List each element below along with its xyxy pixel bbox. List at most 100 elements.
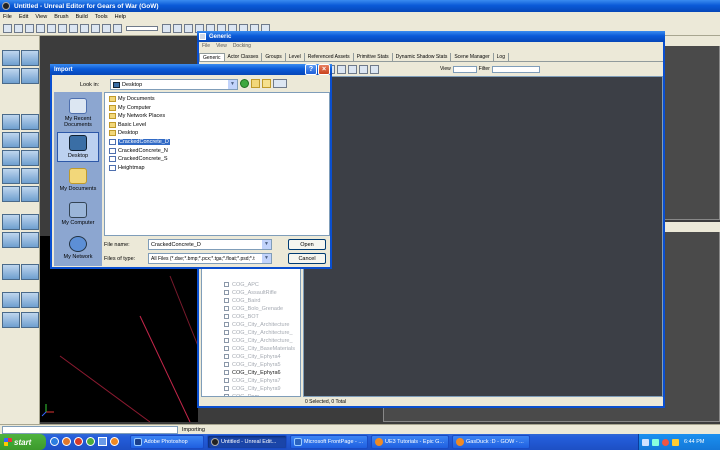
package-tree-item[interactable]: COG_City_Ephyra5 [224, 362, 281, 368]
add-special-tool[interactable] [21, 264, 39, 280]
file-list-item[interactable]: My Computer [109, 104, 151, 111]
show-desktop-icon[interactable] [98, 437, 107, 446]
package-tree-item[interactable]: COG_AssaultRifle [224, 290, 277, 296]
media-player-icon[interactable] [62, 437, 71, 446]
save-icon[interactable] [25, 24, 34, 33]
up-folder-icon[interactable] [251, 79, 260, 88]
tab-groups[interactable]: Groups [262, 53, 286, 61]
camera-mode-tool[interactable] [2, 50, 20, 66]
task-frontpage[interactable]: Microsoft FrontPage - ... [290, 435, 368, 449]
start-button[interactable]: start [0, 434, 46, 450]
expand-box-icon[interactable] [224, 346, 229, 352]
tray-network-icon[interactable] [652, 438, 659, 446]
place-recent[interactable]: My Recent Documents [57, 98, 99, 128]
expand-box-icon[interactable] [224, 330, 229, 336]
package-tree-item[interactable]: COG_Bolo_Grenade [224, 306, 283, 312]
menu-edit[interactable]: Edit [19, 14, 28, 20]
select-inside-tool[interactable] [2, 312, 20, 328]
expand-box-icon[interactable] [224, 298, 229, 304]
tab-scene-manager[interactable]: Scene Manager [451, 53, 494, 61]
show-selected-tool[interactable] [2, 292, 20, 308]
tray-security-icon[interactable] [662, 438, 669, 446]
view-menu-icon[interactable] [273, 79, 287, 88]
camera-icon[interactable] [113, 24, 122, 33]
expand-box-icon[interactable] [224, 362, 229, 368]
menu-brush[interactable]: Brush [54, 14, 68, 20]
cancel-button[interactable]: Cancel [288, 253, 326, 264]
expand-box-icon[interactable] [224, 386, 229, 392]
package-tree-item[interactable]: COG_City_Ephyra7 [224, 378, 281, 384]
drag-grid-slider[interactable] [126, 26, 158, 31]
expand-box-icon[interactable] [224, 394, 229, 396]
generic-menu-file[interactable]: File [202, 43, 210, 52]
build-all-icon[interactable] [173, 24, 182, 33]
package-tree-item[interactable]: COG_City_Architecture [224, 322, 289, 328]
cone-brush-tool[interactable] [21, 114, 39, 130]
package-tree-item[interactable]: COG_BOT [224, 314, 259, 320]
look-in-dropdown[interactable]: Desktop ▼ [110, 79, 238, 90]
build-icon[interactable] [162, 24, 171, 33]
zoom-icon[interactable] [348, 64, 357, 74]
file-list[interactable]: My Documents My Computer My Network Places… [104, 92, 330, 236]
csg-intersect-tool[interactable] [2, 232, 20, 248]
new-folder-icon[interactable] [262, 79, 271, 88]
sphere-brush-tool[interactable] [21, 132, 39, 148]
thumbnail-area[interactable] [303, 76, 663, 397]
save-all-icon[interactable] [36, 24, 45, 33]
select-icon[interactable] [69, 24, 78, 33]
command-input[interactable] [2, 426, 178, 434]
file-list-item[interactable]: CrackedConcrete_D [109, 139, 170, 145]
cylinder-brush-tool[interactable] [2, 132, 20, 148]
place-my-documents[interactable]: My Documents [57, 168, 99, 192]
browser-alt-icon[interactable] [74, 437, 83, 446]
expand-box-icon[interactable] [224, 378, 229, 384]
file-list-item[interactable]: CrackedConcrete_N [109, 147, 168, 154]
add-mover-tool[interactable] [2, 264, 20, 280]
package-tree-item[interactable]: COG_City_Architecture_ [224, 330, 293, 336]
csg-add-tool[interactable] [2, 214, 20, 230]
volume-brush-tool[interactable] [2, 186, 20, 202]
file-list-item[interactable]: My Documents [109, 96, 155, 102]
file-list-item[interactable]: Desktop [109, 130, 138, 137]
place-my-network[interactable]: My Network [57, 236, 99, 260]
linear-stair-tool[interactable] [2, 168, 20, 184]
package-tree-item[interactable]: COG_City_Ephyra9 [224, 386, 281, 392]
package-tree-item[interactable]: COG_APC [224, 282, 259, 288]
cylinder-icon[interactable] [91, 24, 100, 33]
package-tree-item[interactable]: COG_Baird [224, 298, 260, 304]
hide-selected-tool[interactable] [21, 292, 39, 308]
tray-speaker-icon[interactable] [642, 438, 649, 446]
tetrahedron-tool[interactable] [21, 186, 39, 202]
sheet-icon[interactable] [102, 24, 111, 33]
stair-brush-tool[interactable] [21, 150, 39, 166]
close-icon[interactable]: × [318, 64, 330, 75]
file-list-item[interactable]: My Network Places [109, 113, 165, 120]
menu-view[interactable]: View [35, 14, 47, 20]
tab-generic[interactable]: Generic [199, 53, 225, 61]
menu-file[interactable]: File [3, 14, 12, 20]
new-icon[interactable] [3, 24, 12, 33]
open-icon[interactable] [14, 24, 23, 33]
expand-box-icon[interactable] [224, 282, 229, 288]
task-photoshop[interactable]: Adobe Photoshop [130, 435, 204, 449]
tab-log[interactable]: Log [494, 53, 509, 61]
package-tree-item[interactable]: COG_City_Ephyra4 [224, 354, 281, 360]
file-list-item[interactable]: CrackedConcrete_S [109, 156, 168, 163]
expand-box-icon[interactable] [224, 290, 229, 296]
cube-icon[interactable] [80, 24, 89, 33]
tab-referenced-assets[interactable]: Referenced Assets [305, 53, 354, 61]
spiral-stair-tool[interactable] [21, 168, 39, 184]
expand-box-icon[interactable] [224, 370, 229, 376]
filter-input[interactable] [491, 65, 540, 73]
back-icon[interactable] [240, 79, 249, 88]
task-gasduck[interactable]: GasDuck :D - GOW - ... [452, 435, 530, 449]
package-tree-item[interactable]: COG_City_Ephyra6 [224, 370, 281, 376]
expand-box-icon[interactable] [224, 314, 229, 320]
ie-icon[interactable] [50, 437, 59, 446]
task-ue3-tutorials[interactable]: UE3 Tutorials - Epic G... [371, 435, 449, 449]
file-name-input[interactable]: CrackedConcrete_D ▼ [148, 239, 272, 250]
tab-dynamic-shadow-stats[interactable]: Dynamic Shadow Stats [393, 53, 452, 61]
texture-mode-tool[interactable] [21, 68, 39, 84]
redo-icon[interactable] [58, 24, 67, 33]
task-unreal-editor[interactable]: Untitled - Unreal Edit... [207, 435, 287, 449]
